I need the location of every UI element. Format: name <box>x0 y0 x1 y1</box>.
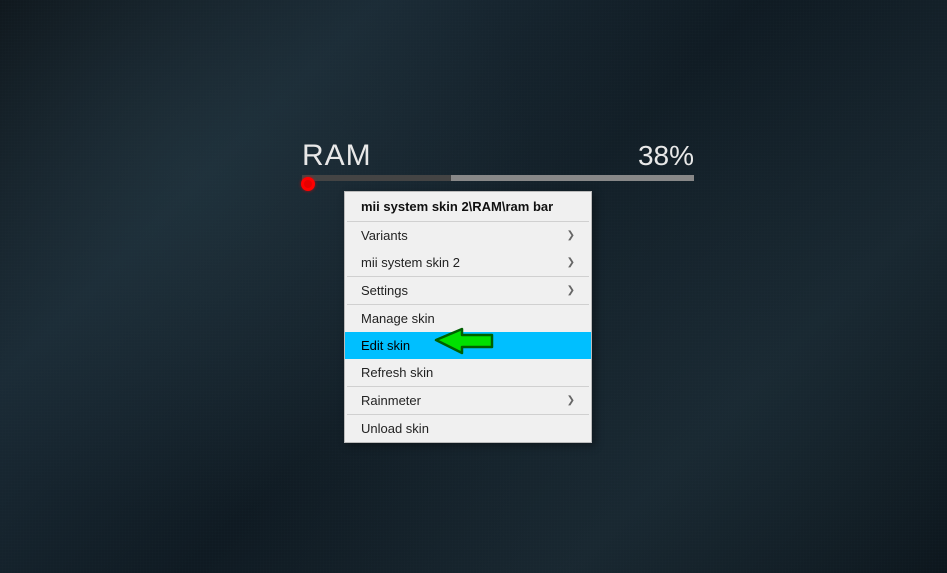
menu-item-refresh-skin[interactable]: Refresh skin <box>345 359 591 386</box>
ram-widget[interactable]: RAM 38% <box>302 139 694 181</box>
menu-item-settings[interactable]: Settings ❯ <box>345 277 591 304</box>
menu-item-variants[interactable]: Variants ❯ <box>345 222 591 249</box>
ram-title: RAM <box>302 139 372 173</box>
marker-dot-icon <box>301 177 315 191</box>
menu-header: mii system skin 2\RAM\ram bar <box>345 192 591 221</box>
menu-item-mii-system[interactable]: mii system skin 2 ❯ <box>345 249 591 276</box>
ram-labels: RAM 38% <box>302 139 694 173</box>
ram-progress-fill <box>302 175 451 181</box>
chevron-right-icon: ❯ <box>567 257 575 268</box>
context-menu: mii system skin 2\RAM\ram bar Variants ❯… <box>344 191 592 443</box>
chevron-right-icon: ❯ <box>567 395 575 406</box>
menu-item-edit-skin[interactable]: Edit skin <box>345 332 591 359</box>
chevron-right-icon: ❯ <box>567 285 575 296</box>
ram-percent: 38% <box>638 140 694 172</box>
menu-item-label: Settings <box>361 283 408 298</box>
ram-progress-track <box>302 175 694 181</box>
menu-item-rainmeter[interactable]: Rainmeter ❯ <box>345 387 591 414</box>
menu-item-label: Edit skin <box>361 338 410 353</box>
menu-item-manage-skin[interactable]: Manage skin <box>345 305 591 332</box>
menu-item-label: Rainmeter <box>361 393 421 408</box>
menu-item-label: Refresh skin <box>361 365 433 380</box>
menu-item-label: Variants <box>361 228 408 243</box>
menu-item-label: mii system skin 2 <box>361 255 460 270</box>
menu-item-label: Manage skin <box>361 311 435 326</box>
menu-item-label: Unload skin <box>361 421 429 436</box>
menu-item-unload-skin[interactable]: Unload skin <box>345 415 591 442</box>
chevron-right-icon: ❯ <box>567 230 575 241</box>
